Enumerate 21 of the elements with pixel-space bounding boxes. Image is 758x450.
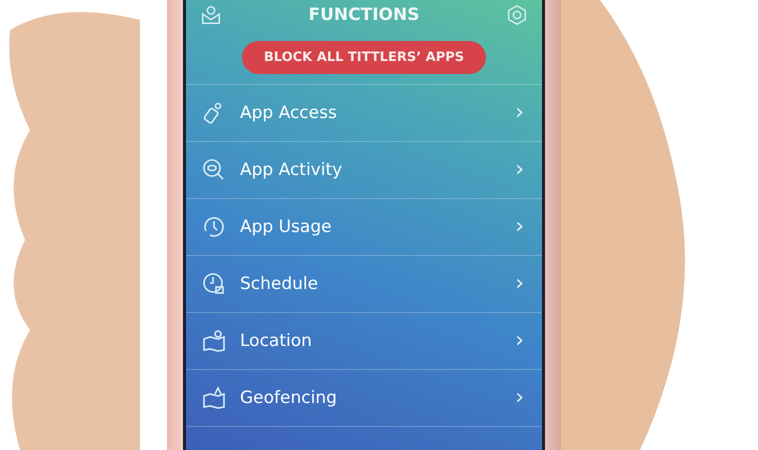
chevron-icon: › — [515, 159, 524, 181]
settings-icon[interactable] — [506, 4, 528, 26]
menu-item[interactable]: Geofencing › — [186, 369, 542, 426]
map-icon — [202, 329, 226, 353]
chevron-icon: › — [515, 102, 524, 124]
menu-item[interactable]: Location › — [186, 312, 542, 369]
search-icon — [202, 158, 226, 182]
block-apps-button[interactable]: BLOCK ALL TITTLERS’ APPS — [242, 41, 486, 74]
menu-item[interactable]: Schedule › — [186, 255, 542, 312]
menu-item[interactable]: App Activity › — [186, 141, 542, 198]
chevron-icon: › — [515, 330, 524, 352]
chevron-icon: › — [515, 273, 524, 295]
mail-icon — [200, 4, 222, 26]
screen-title: FUNCTIONS — [308, 5, 420, 25]
menu-item[interactable]: App Access › — [186, 84, 542, 141]
menu-item[interactable]: App Usage › — [186, 198, 542, 255]
chevron-icon: › — [515, 387, 524, 409]
clock-icon — [202, 215, 226, 239]
chevron-icon: › — [515, 216, 524, 238]
map-icon — [202, 386, 226, 410]
clock-lock-icon — [202, 272, 226, 296]
